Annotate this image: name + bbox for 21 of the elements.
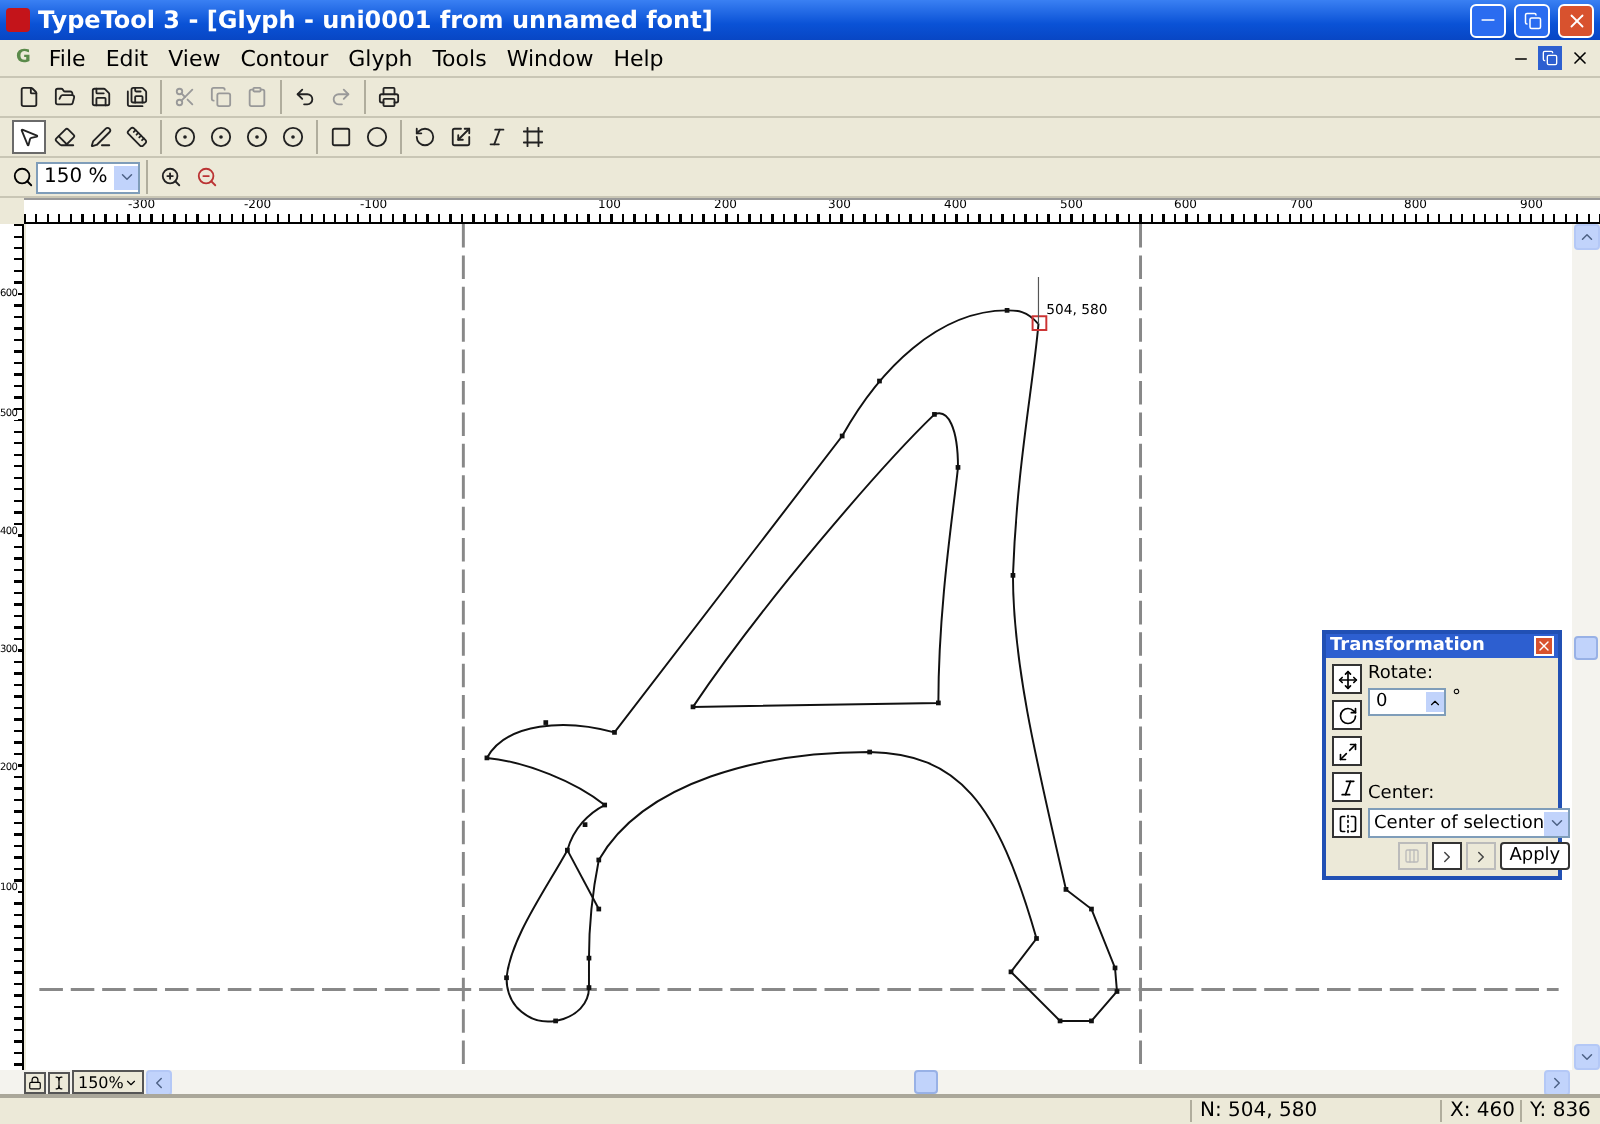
rotate-label: Rotate: bbox=[1368, 664, 1435, 684]
zoom-dropdown[interactable]: 150 % bbox=[36, 161, 140, 193]
center-label: Center: bbox=[1368, 784, 1437, 804]
menu-item[interactable]: Window bbox=[496, 45, 604, 71]
window-title: TypeTool 3 - [Glyph - uni0001 from unnamed font] bbox=[38, 6, 715, 34]
rotate-input[interactable]: 0 bbox=[1368, 688, 1446, 716]
menu-item[interactable]: Glyph bbox=[338, 45, 423, 71]
menu-item[interactable]: Tools bbox=[422, 45, 497, 71]
panel-title: Transformation bbox=[1330, 636, 1485, 656]
zoom-dropdown[interactable]: 150% bbox=[72, 1070, 144, 1094]
center-dropdown[interactable]: Center of selection bbox=[1368, 808, 1571, 838]
menu-item[interactable]: Contour bbox=[230, 45, 339, 71]
menu-item[interactable]: Help bbox=[603, 45, 674, 71]
menu-item[interactable]: File bbox=[38, 45, 96, 71]
degree-unit: ° bbox=[1452, 688, 1461, 708]
menu-item[interactable]: Edit bbox=[95, 45, 159, 71]
apply-button[interactable]: Apply bbox=[1499, 842, 1571, 870]
y-status: Y: 836 bbox=[1520, 1100, 1600, 1122]
x-status: X: 460 bbox=[1440, 1100, 1520, 1122]
node-status: N: 504, 580 bbox=[1190, 1100, 1440, 1122]
menu-item[interactable]: View bbox=[158, 45, 231, 71]
